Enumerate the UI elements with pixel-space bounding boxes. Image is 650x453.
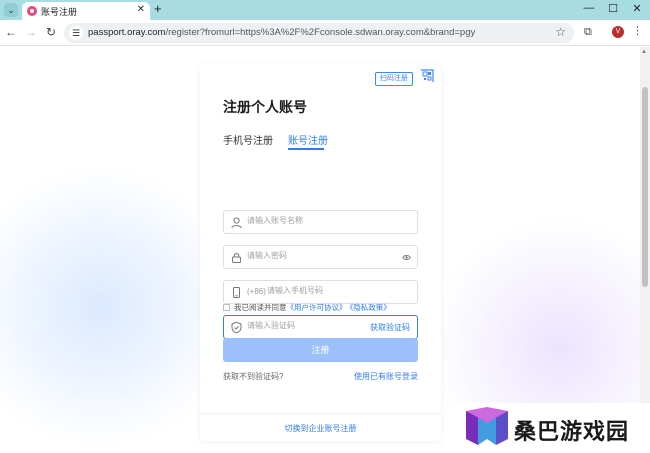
profile-avatar[interactable]: V <box>612 26 624 38</box>
address-bar[interactable]: ☰ passport.oray.com/register?fromurl=htt… <box>64 23 574 43</box>
site-info-icon[interactable]: ☰ <box>69 26 83 40</box>
url-text[interactable]: passport.oray.com/register?fromurl=https… <box>88 27 475 38</box>
back-arrow-icon[interactable]: ← <box>4 25 18 39</box>
scan-register-tag[interactable]: 扫码注册 <box>375 72 413 86</box>
tab-close-icon[interactable]: ✕ <box>137 4 145 15</box>
tab-title: 账号注册 <box>41 7 78 17</box>
scroll-thumb[interactable] <box>642 87 648 287</box>
user-icon <box>231 217 242 229</box>
browser-tab-bar: ⌄ 账号注册 ✕ + — ☐ ✕ <box>0 0 650 20</box>
site-favicon-icon <box>27 6 37 16</box>
tab-phone-register[interactable]: 手机号注册 <box>223 132 273 147</box>
user-license-link[interactable]: 《用户许可协议》 <box>287 303 347 312</box>
password-input[interactable] <box>247 251 387 260</box>
register-button[interactable]: 注册 <box>223 338 418 362</box>
page-background: 扫码注册 注册个人账号 手机号注册 账号注册 请输入账号名称 请输入密码 (+8… <box>0 47 640 453</box>
privacy-policy-link[interactable]: 《隐私政策》 <box>350 303 391 312</box>
phone-country-prefix[interactable]: (+86) <box>247 287 266 296</box>
agreement-checkbox[interactable] <box>223 304 230 311</box>
page-scrollbar[interactable]: ▲ <box>640 47 650 453</box>
card-footer: 切换到企业账号注册 <box>200 413 441 441</box>
maximize-icon[interactable]: ☐ <box>606 2 620 15</box>
no-code-link[interactable]: 获取不到验证码? <box>223 371 283 382</box>
phone-input[interactable] <box>267 286 407 295</box>
agreement-row: 我已阅读并同意《用户许可协议》 《隐私政策》 <box>223 302 391 313</box>
register-card: 扫码注册 注册个人账号 手机号注册 账号注册 请输入账号名称 请输入密码 (+8… <box>200 64 441 441</box>
account-name-input[interactable] <box>247 216 387 225</box>
watermark-text: 桑巴游戏园 <box>514 420 630 445</box>
browser-toolbar: ← → ↻ ☰ passport.oray.com/register?fromu… <box>0 20 650 46</box>
qr-code-icon[interactable] <box>415 68 435 88</box>
switch-enterprise-link[interactable]: 切换到企业账号注册 <box>200 423 441 434</box>
bookmark-star-icon[interactable]: ☆ <box>555 25 566 39</box>
account-name-field[interactable] <box>223 210 418 234</box>
watermark: 桑巴游戏园 <box>450 403 650 453</box>
get-code-button[interactable]: 获取验证码 <box>370 322 410 333</box>
new-tab-button[interactable]: + <box>154 1 162 16</box>
scroll-up-icon[interactable]: ▲ <box>641 49 647 55</box>
login-existing-link[interactable]: 使用已有账号登录 <box>354 371 418 382</box>
password-field[interactable] <box>223 245 418 269</box>
tab-search-button[interactable]: ⌄ <box>4 3 18 17</box>
window-close-icon[interactable]: ✕ <box>630 2 644 15</box>
minimize-icon[interactable]: — <box>582 2 596 14</box>
tab-account-register[interactable]: 账号注册 <box>288 132 328 147</box>
lock-icon <box>232 253 241 263</box>
forward-arrow-icon[interactable]: → <box>24 25 38 39</box>
phone-icon <box>233 287 240 298</box>
active-tab-indicator <box>288 148 324 150</box>
agreement-text: 我已阅读并同意 <box>234 303 287 312</box>
extensions-icon[interactable]: ⧉ <box>584 26 592 39</box>
phone-field[interactable]: (+86) <box>223 280 418 304</box>
watermark-logo-icon <box>466 407 508 445</box>
page-title: 注册个人账号 <box>223 99 307 115</box>
reload-icon[interactable]: ↻ <box>44 25 58 39</box>
shield-check-icon <box>231 321 242 334</box>
verification-code-input[interactable] <box>247 321 387 330</box>
browser-menu-icon[interactable]: ⋮ <box>632 24 643 37</box>
eye-icon[interactable] <box>402 253 411 262</box>
browser-tab[interactable]: 账号注册 ✕ <box>22 2 150 20</box>
verification-code-field[interactable]: 获取验证码 <box>223 315 418 339</box>
